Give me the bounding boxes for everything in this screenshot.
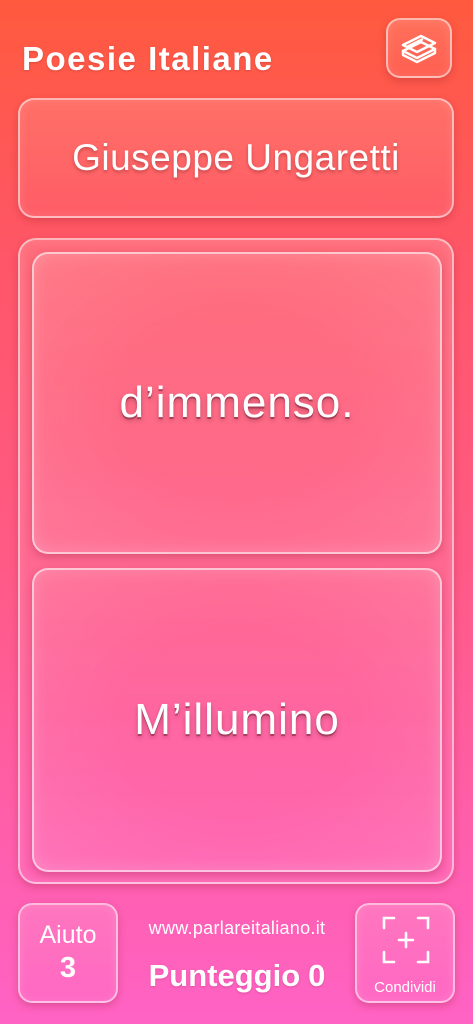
books-icon xyxy=(401,34,437,64)
score-label: Punteggio xyxy=(148,958,301,993)
help-button[interactable]: Aiuto 3 xyxy=(18,903,118,1003)
score-display: Punteggio 0 xyxy=(118,958,356,994)
verse-card-2[interactable]: M’illumino xyxy=(32,568,442,872)
app-screen: { "header": { "title": "Poesie Italiane"… xyxy=(0,0,473,1024)
author-card: Giuseppe Ungaretti xyxy=(18,98,454,218)
app-title: Poesie Italiane xyxy=(22,40,274,77)
website-link[interactable]: www.parlareitaliano.it xyxy=(118,918,356,939)
verses-panel: d’immenso. M’illumino xyxy=(18,238,454,884)
author-name: Giuseppe Ungaretti xyxy=(72,137,400,178)
share-label: Condividi xyxy=(374,979,436,996)
score-value: 0 xyxy=(308,958,326,993)
verse-text-1: d’immenso. xyxy=(119,378,355,427)
share-frame-plus-icon xyxy=(382,916,430,964)
verse-text-2: M’illumino xyxy=(134,695,340,744)
verse-card-1[interactable]: d’immenso. xyxy=(32,252,442,554)
help-count: 3 xyxy=(59,952,77,984)
library-button[interactable] xyxy=(386,18,452,78)
help-label: Aiuto xyxy=(39,921,97,949)
share-button[interactable]: Condividi xyxy=(355,903,455,1003)
